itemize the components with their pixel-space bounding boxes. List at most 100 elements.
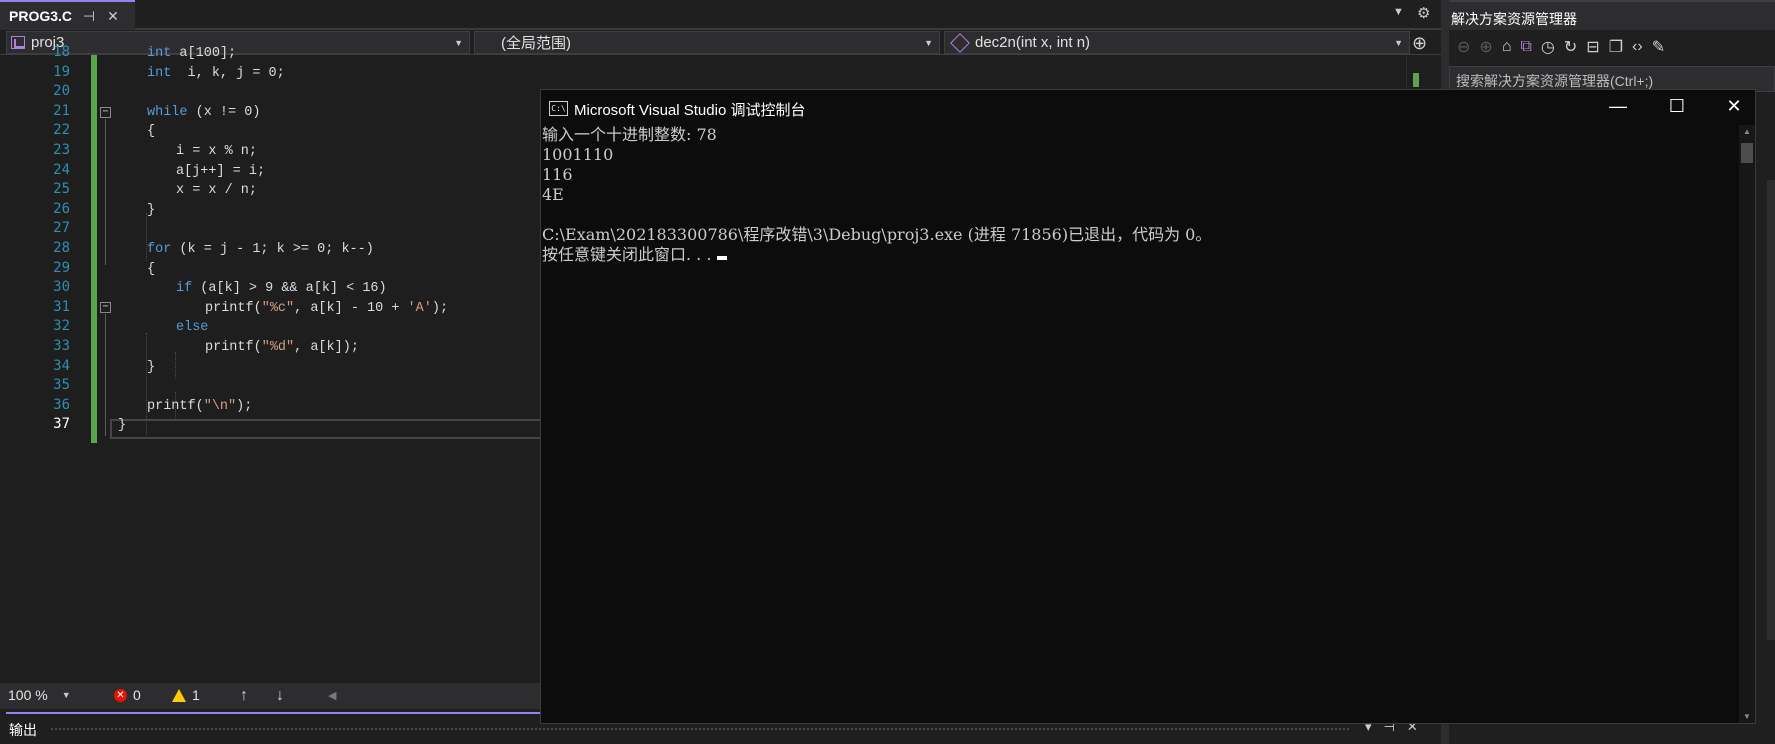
pending-changes-icon[interactable]: ◷ [1541,37,1555,57]
collapse-all-icon[interactable]: ⊟ [1586,37,1599,57]
document-tab-label: PROG3.C [9,8,73,24]
indicator-margin [0,55,28,683]
text-cursor [717,256,728,260]
error-icon: ✕ [114,688,127,702]
maximize-icon[interactable]: ☐ [1667,96,1687,117]
code-line[interactable]: while (x != 0) [147,103,260,123]
warning-icon [172,688,186,702]
chevron-down-icon: ▼ [1394,37,1403,48]
code-line[interactable]: } [147,201,155,221]
function-cube-icon [950,32,970,53]
code-line[interactable]: printf("%d", a[k]); [205,338,359,358]
collapse-toggle-icon[interactable]: − [100,302,111,313]
function-dropdown[interactable]: dec2n(int x, int n) ▼ [944,31,1410,54]
code-line[interactable]: { [147,260,155,280]
pin-icon[interactable]: ⊣ [82,8,96,25]
scroll-left-icon[interactable]: ◀ [328,689,336,702]
code-line[interactable]: x = x / n; [176,181,257,201]
split-editor-icon[interactable]: ⊕ [1412,33,1427,54]
code-line[interactable]: { [147,122,155,142]
scroll-down-icon[interactable]: ▼ [1743,712,1751,721]
solution-explorer-toolbar: ⊖ ⊕ ⌂ ⧉ ◷ ↻ ⊟ ❐ ‹› ✎ [1449,30,1775,64]
error-count-indicator[interactable]: ✕ 0 [114,687,141,703]
warning-count-indicator[interactable]: 1 [172,687,200,703]
console-vertical-scrollbar[interactable]: ▲ ▼ [1739,125,1755,723]
line-number: 37 [53,416,70,433]
line-number: 36 [53,396,70,413]
code-line[interactable]: printf("%c", a[k] - 10 + 'A'); [205,299,448,319]
chevron-down-icon: ▼ [454,37,463,48]
console-line: 按任意键关闭此窗口. . . [542,245,1739,265]
fold-guide-line [105,119,106,265]
chevron-down-icon: ▼ [61,690,71,700]
function-dropdown-label: dec2n(int x, int n) [975,34,1091,51]
close-icon[interactable]: ✕ [106,8,120,25]
switch-views-icon[interactable]: ⧉ [1520,38,1531,56]
console-line: 输入一个十进制整数: 78 [542,125,717,144]
console-line: 1001110 [542,145,614,164]
document-tab-strip: PROG3.C ⊣ ✕ ▼ ⚙ [0,0,1441,30]
scrollbar-thumb[interactable] [1741,143,1753,163]
code-line[interactable]: for (k = j - 1; k >= 0; k--) [147,240,374,260]
solution-explorer-scrollbar[interactable] [1767,180,1775,640]
tab-list-dropdown-icon[interactable]: ▼ [1393,6,1404,18]
code-line[interactable]: int a[100]; [147,44,236,64]
console-line: 116 [542,165,573,184]
indent-guide [175,352,176,378]
fold-guide-line [105,314,106,436]
view-code-icon[interactable]: ‹› [1632,38,1643,56]
solution-explorer-title[interactable]: 解决方案资源管理器 [1449,0,1775,30]
gear-icon[interactable]: ⚙ [1417,4,1430,22]
properties-wrench-icon[interactable]: ✎ [1652,37,1665,57]
panel-drag-grip[interactable] [50,727,1350,731]
line-number: 20 [53,83,70,100]
warning-count: 1 [192,687,200,703]
line-number: 23 [53,142,70,158]
console-window-title: Microsoft Visual Studio 调试控制台 [574,102,806,119]
code-line[interactable]: int i, k, j = 0; [147,64,285,84]
zoom-dropdown[interactable]: 100 % ▼ [8,687,71,703]
zoom-level: 100 % [8,687,48,703]
document-tab-prog3[interactable]: PROG3.C ⊣ ✕ [0,0,135,30]
console-title-bar[interactable]: C:\ Microsoft Visual Studio 调试控制台 — ☐ ✕ [541,90,1755,125]
collapse-toggle-icon[interactable]: − [100,107,111,118]
code-line[interactable]: } [147,358,155,378]
scroll-up-icon[interactable]: ▲ [1743,127,1751,136]
code-line[interactable]: i = x % n; [176,142,257,162]
line-number: 25 [53,181,70,198]
back-icon[interactable]: ⊖ [1457,37,1470,57]
refresh-icon[interactable]: ↻ [1564,37,1577,57]
line-number: 24 [53,161,70,178]
error-count: 0 [133,687,141,703]
close-icon[interactable]: ✕ [1724,96,1744,117]
show-all-files-icon[interactable]: ❐ [1609,37,1623,57]
indent-guide [146,333,147,435]
line-number: 22 [53,122,70,139]
forward-icon[interactable]: ⊕ [1479,37,1492,57]
minimize-icon[interactable]: — [1608,96,1628,117]
line-number: 21 [53,102,70,119]
code-line[interactable]: } [118,416,126,436]
code-line[interactable]: printf("\n"); [147,397,252,417]
code-line[interactable]: a[j++] = i; [176,162,265,182]
c-project-icon [11,36,25,49]
console-app-icon: C:\ [549,101,568,116]
change-tracking-bar [91,55,97,443]
home-icon[interactable]: ⌂ [1502,38,1512,56]
console-line: 4E [542,185,564,204]
scope-dropdown[interactable]: (全局范围) ▼ [474,31,940,54]
console-output[interactable]: 输入一个十进制整数: 78 1001110 116 4E C:\Exam\2021833… [541,125,1739,723]
line-number: 18 [53,44,70,60]
code-line[interactable]: if (a[k] > 9 && a[k] < 16) [176,279,387,299]
line-number: 31 [53,298,70,315]
output-panel-title[interactable]: 输出 [9,720,37,740]
arrow-down-icon[interactable]: ↓ [276,687,284,705]
scope-dropdown-label: (全局范围) [501,35,571,52]
scrollbar-change-marker [1413,73,1419,87]
project-dropdown[interactable]: proj3 ▼ [6,31,470,54]
arrow-up-icon[interactable]: ↑ [240,687,248,705]
code-line[interactable]: else [176,318,208,338]
line-number: 30 [53,279,70,296]
debug-console-window[interactable]: C:\ Microsoft Visual Studio 调试控制台 — ☐ ✕ … [540,89,1756,724]
